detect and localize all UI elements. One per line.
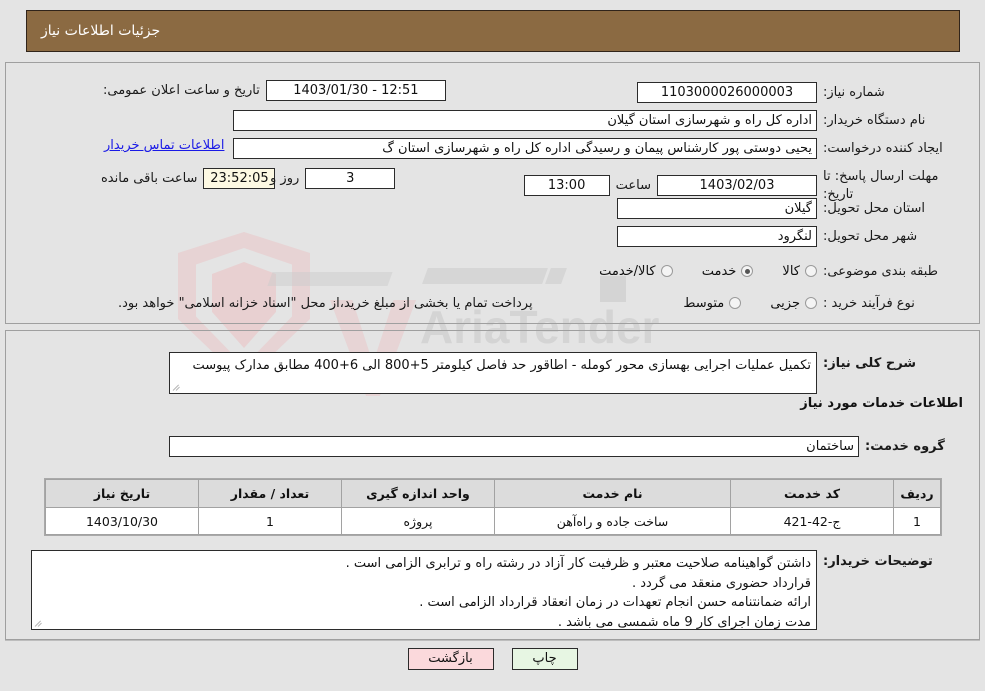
radio-icon[interactable] xyxy=(660,265,673,277)
deadline-date-field: 1403/02/03 xyxy=(657,175,817,197)
service-group-field: ساختمان xyxy=(169,436,859,457)
action-button-bar: چاپ بازگشت xyxy=(0,648,985,670)
cell-code: ج-42-421 xyxy=(730,507,894,535)
page-root: AriaTender جزئیات اطلاعات نیاز 12:51 - 1… xyxy=(0,0,985,691)
days-remaining-row: 3 روز و xyxy=(270,168,396,189)
category-option-khedmat[interactable]: خدمت xyxy=(702,264,754,279)
process-option-label: متوسط xyxy=(683,295,725,311)
buyer-note-line: داشتن گواهینامه صلاحیت معتبر و ظرفیت کار… xyxy=(345,556,811,571)
radio-icon[interactable] xyxy=(729,297,742,309)
col-name: نام خدمت xyxy=(494,479,731,508)
need-number-field: 1103000026000003 xyxy=(637,82,817,103)
creator-field: یحیی دوستی پور کارشناس پیمان و رسیدگی اد… xyxy=(233,138,817,159)
announce-row: 12:51 - 1403/01/30 تاریخ و ساعت اعلان عم… xyxy=(103,80,446,101)
buyer-notes-row: توضیحات خریدار: داشتن گواهینامه صلاحیت م… xyxy=(31,550,963,630)
category-radio-group[interactable]: کالا خدمت کالا/خدمت xyxy=(575,262,817,281)
payment-note-row: پرداخت تمام یا بخشی از مبلغ خرید،از محل … xyxy=(118,296,533,311)
col-code: کد خدمت xyxy=(730,479,894,508)
buyer-note-line: ارائه ضمانتنامه حسن انجام تعهدات در زمان… xyxy=(419,595,811,610)
process-option-label: جزیی xyxy=(770,295,800,311)
deadline-time-field: 13:00 xyxy=(523,175,610,197)
col-row-no: ردیف xyxy=(893,479,941,508)
category-option-label: خدمت xyxy=(701,263,737,279)
payment-note-text: پرداخت تمام یا بخشی از مبلغ خرید،از محل … xyxy=(118,296,533,311)
buyer-note-line: قرارداد حضوری منعقد می گردد . xyxy=(631,575,811,591)
service-group-label: گروه خدمت: xyxy=(865,439,945,454)
buyer-org-row: نام دستگاه خریدار: اداره کل راه و شهرساز… xyxy=(233,110,963,131)
resize-grip-icon[interactable] xyxy=(172,382,182,392)
col-qty: تعداد / مقدار xyxy=(198,479,342,508)
announce-label: تاریخ و ساعت اعلان عمومی: xyxy=(103,83,260,98)
creator-row: ایجاد کننده درخواست: یحیی دوستی پور کارش… xyxy=(233,138,963,159)
process-option-motevaset[interactable]: متوسط xyxy=(683,295,742,311)
countdown-label: ساعت باقی مانده xyxy=(101,171,198,186)
province-field: گیلان xyxy=(617,198,817,219)
buyer-contact-link[interactable]: اطلاعات تماس خریدار xyxy=(104,138,224,153)
cell-name: ساخت جاده و راه‌آهن xyxy=(494,507,731,535)
buyer-note-line: مدت زمان اجرای کار 9 ماه شمسی می باشد . xyxy=(557,614,811,630)
days-remaining-label: روز و xyxy=(270,171,300,186)
col-unit: واحد اندازه گیری xyxy=(341,479,495,508)
summary-text: تکمیل عملیات اجرایی بهسازی محور کومله - … xyxy=(192,358,811,373)
category-option-label: کالا xyxy=(782,263,800,279)
province-label: استان محل تحویل: xyxy=(823,200,925,216)
province-row: استان محل تحویل: گیلان xyxy=(617,198,963,219)
radio-selected-icon[interactable] xyxy=(741,265,754,277)
category-option-label: کالا/خدمت xyxy=(599,263,656,279)
summary-row: شرح کلی نیاز: تکمیل عملیات اجرایی بهسازی… xyxy=(169,352,963,394)
category-row: طبقه بندی موضوعی: کالا خدمت کالا/خدمت xyxy=(575,262,963,281)
process-option-jozii[interactable]: جزیی xyxy=(770,296,817,311)
city-label: شهر محل تحویل: xyxy=(823,228,918,244)
summary-textarea[interactable]: تکمیل عملیات اجرایی بهسازی محور کومله - … xyxy=(169,352,817,394)
city-field: لنگرود xyxy=(617,226,817,247)
buyer-notes-label: توضیحات خریدار: xyxy=(823,554,933,569)
process-radio-group[interactable]: جزیی متوسط xyxy=(659,294,817,313)
category-label: طبقه بندی موضوعی: xyxy=(823,263,939,279)
cell-unit: پروژه xyxy=(341,507,495,535)
category-option-kala-khedmat[interactable]: کالا/خدمت xyxy=(599,264,673,279)
cell-row-no: 1 xyxy=(893,507,941,535)
category-option-kala[interactable]: کالا xyxy=(782,264,817,279)
days-remaining-field: 3 xyxy=(305,168,396,189)
cell-need-date: 1403/10/30 xyxy=(45,507,199,535)
radio-icon[interactable] xyxy=(805,265,817,277)
service-group-row: گروه خدمت: ساختمان xyxy=(169,436,963,457)
buyer-org-field: اداره کل راه و شهرسازی استان گیلان xyxy=(233,110,817,131)
summary-label: شرح کلی نیاز: xyxy=(823,356,917,371)
countdown-field: 23:52:05 xyxy=(203,168,276,189)
footer-divider xyxy=(5,640,980,641)
city-row: شهر محل تحویل: لنگرود xyxy=(617,226,963,247)
window-title-bar: جزئیات اطلاعات نیاز xyxy=(26,10,960,52)
col-need-date: تاریخ نیاز xyxy=(45,479,199,508)
table-header-row: ردیف کد خدمت نام خدمت واحد اندازه گیری ت… xyxy=(45,479,941,508)
deadline-time-label: ساعت xyxy=(615,178,651,194)
announce-datetime-field: 12:51 - 1403/01/30 xyxy=(265,80,446,101)
table-row: 1 ج-42-421 ساخت جاده و راه‌آهن پروژه 1 1… xyxy=(45,507,941,535)
buyer-notes-textarea[interactable]: داشتن گواهینامه صلاحیت معتبر و ظرفیت کار… xyxy=(31,550,817,630)
services-table: ردیف کد خدمت نام خدمت واحد اندازه گیری ت… xyxy=(45,479,941,535)
buyer-org-label: نام دستگاه خریدار: xyxy=(823,112,926,128)
creator-label: ایجاد کننده درخواست: xyxy=(823,140,943,156)
services-table-wrap: ردیف کد خدمت نام خدمت واحد اندازه گیری ت… xyxy=(44,478,942,536)
resize-grip-icon[interactable] xyxy=(34,618,44,628)
contact-link-row[interactable]: اطلاعات تماس خریدار xyxy=(104,138,224,153)
page-title: جزئیات اطلاعات نیاز xyxy=(41,23,161,39)
need-number-label: شماره نیاز: xyxy=(823,84,885,100)
print-button[interactable]: چاپ xyxy=(511,648,578,670)
need-number-row: شماره نیاز: 1103000026000003 xyxy=(637,82,963,103)
countdown-row: 23:52:05 ساعت باقی مانده xyxy=(101,168,276,189)
process-label: نوع فرآیند خرید : xyxy=(823,295,915,311)
services-heading: اطلاعات خدمات مورد نیاز xyxy=(800,396,963,411)
radio-icon[interactable] xyxy=(805,297,817,309)
back-button[interactable]: بازگشت xyxy=(407,648,494,670)
process-row: نوع فرآیند خرید : جزیی متوسط xyxy=(659,294,963,313)
cell-qty: 1 xyxy=(198,507,342,535)
